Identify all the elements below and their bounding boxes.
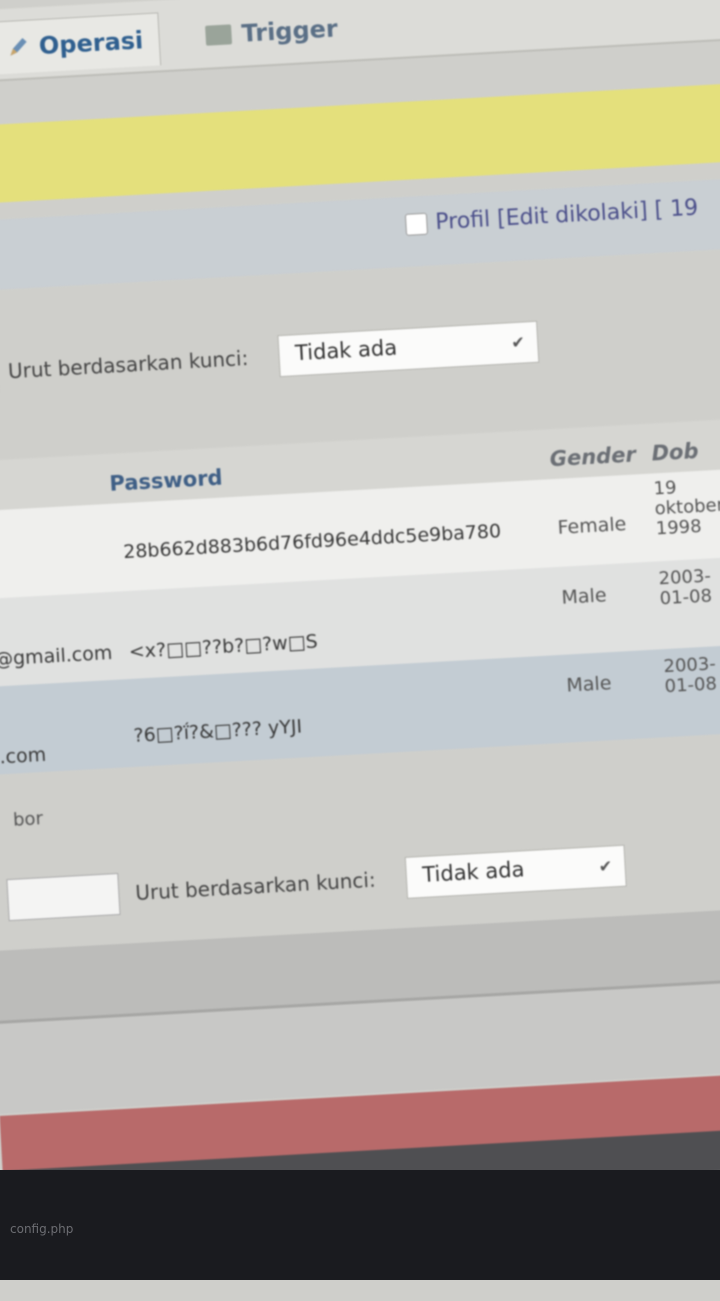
sort-select-bottom[interactable]: Tidak ada ✔ <box>404 844 627 899</box>
cell-email: @gmail.com <box>0 641 113 671</box>
rows-input-bottom[interactable] <box>6 872 121 922</box>
cell-gender: Male <box>565 672 613 697</box>
cell-password: ?6□?ḯ?&□??? yYJI <box>132 715 303 747</box>
tab-trigger[interactable]: Trigger <box>188 2 355 63</box>
sort-select-top-value: Tidak ada <box>294 335 398 366</box>
sort-label-top: Urut berdasarkan kunci: <box>7 345 249 384</box>
column-header-dob[interactable]: Dob <box>651 439 699 466</box>
trigger-icon <box>205 24 233 46</box>
profil-checkbox[interactable] <box>404 212 429 236</box>
cell-dob: 19 oktober 1998 <box>653 477 720 540</box>
cell-dob: 2003-01-08 <box>658 565 713 610</box>
cell-dob: 2003-01-08 <box>662 653 718 698</box>
tab-operasi[interactable]: Operasi <box>0 12 162 75</box>
column-header-password[interactable]: Password <box>109 466 223 496</box>
cell-password: 28b662d883b6d76fd96e4ddc5e9ba780 <box>122 520 502 564</box>
tab-operasi-label: Operasi <box>38 26 144 61</box>
cell-gender: Male <box>560 584 608 609</box>
cell-email: .com <box>0 743 47 769</box>
cell-password: <x?□□??b?□?w□S <box>128 630 319 664</box>
sort-select-top[interactable]: Tidak ada ✔ <box>277 320 539 378</box>
sort-select-bottom-value: Tidak ada <box>421 857 526 887</box>
status-text: config.php <box>10 1222 74 1236</box>
results-table: Password Gender Dob 28b662d883b6d76fd96e… <box>0 417 720 777</box>
screen: Operasi Trigger Profil [Edit dikolaki] [… <box>0 0 720 1299</box>
tab-bar: Operasi Trigger <box>0 0 720 85</box>
sort-label-bottom: Urut berdasarkan kunci: <box>134 867 377 906</box>
cell-gender: Female <box>557 513 627 539</box>
column-header-gender[interactable]: Gender <box>549 442 636 471</box>
sort-row-bottom: Urut berdasarkan kunci: Tidak ada ✔ <box>6 836 627 930</box>
pencil-icon <box>6 36 29 59</box>
monitor-bezel <box>0 1170 720 1280</box>
footnote-text: bor <box>12 808 44 831</box>
chevron-down-icon: ✔ <box>510 332 526 353</box>
chevron-down-icon: ✔ <box>598 856 613 877</box>
sort-row-top: Urut berdasarkan kunci: Tidak ada ✔ <box>0 312 539 403</box>
tab-trigger-label: Trigger <box>240 14 339 48</box>
